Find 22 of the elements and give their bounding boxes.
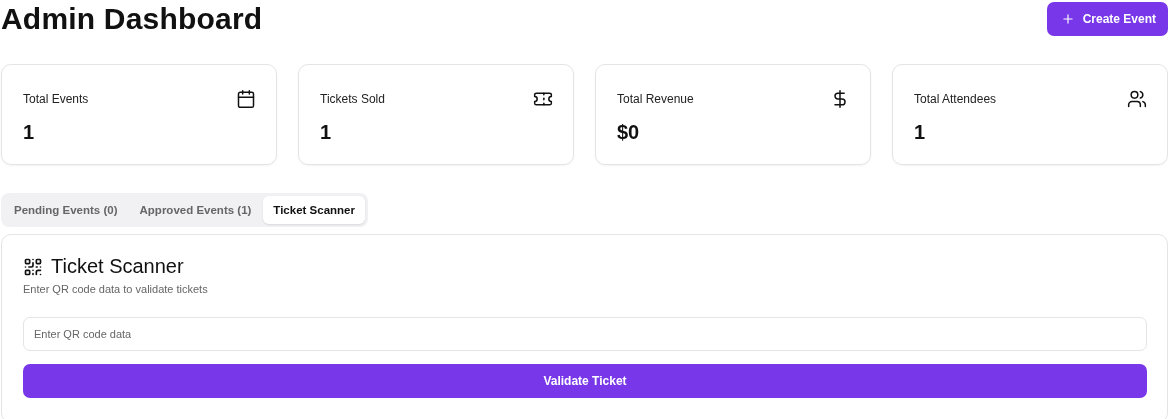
stat-label: Tickets Sold — [320, 92, 385, 106]
stat-label: Total Revenue — [617, 92, 694, 106]
stat-value: 1 — [320, 121, 332, 144]
plus-icon — [1060, 12, 1075, 26]
stat-value: 1 — [23, 121, 35, 144]
qr-input-field[interactable]: Enter QR code data — [23, 317, 1147, 351]
tab[interactable]: Ticket Scanner — [263, 196, 365, 224]
page-title: Admin Dashboard — [1, 2, 263, 36]
ticket-icon — [533, 89, 553, 109]
panel-subtitle: Enter QR code data to validate tickets — [23, 283, 208, 295]
qr-code-icon — [23, 256, 43, 277]
calendar-icon — [236, 89, 256, 109]
users-icon — [1127, 89, 1147, 109]
stat-value: 1 — [914, 121, 926, 144]
validate-button[interactable]: Validate Ticket — [23, 364, 1147, 398]
stat-label: Total Attendees — [914, 92, 997, 106]
tab[interactable]: Pending Events (0) — [4, 196, 128, 224]
stat-value: $0 — [617, 121, 640, 144]
panel-title: Ticket Scanner — [51, 255, 184, 278]
create-event-button[interactable]: Create Event — [1046, 2, 1168, 36]
stat-label: Total Events — [23, 92, 89, 106]
tab[interactable]: Approved Events (1) — [129, 196, 262, 224]
